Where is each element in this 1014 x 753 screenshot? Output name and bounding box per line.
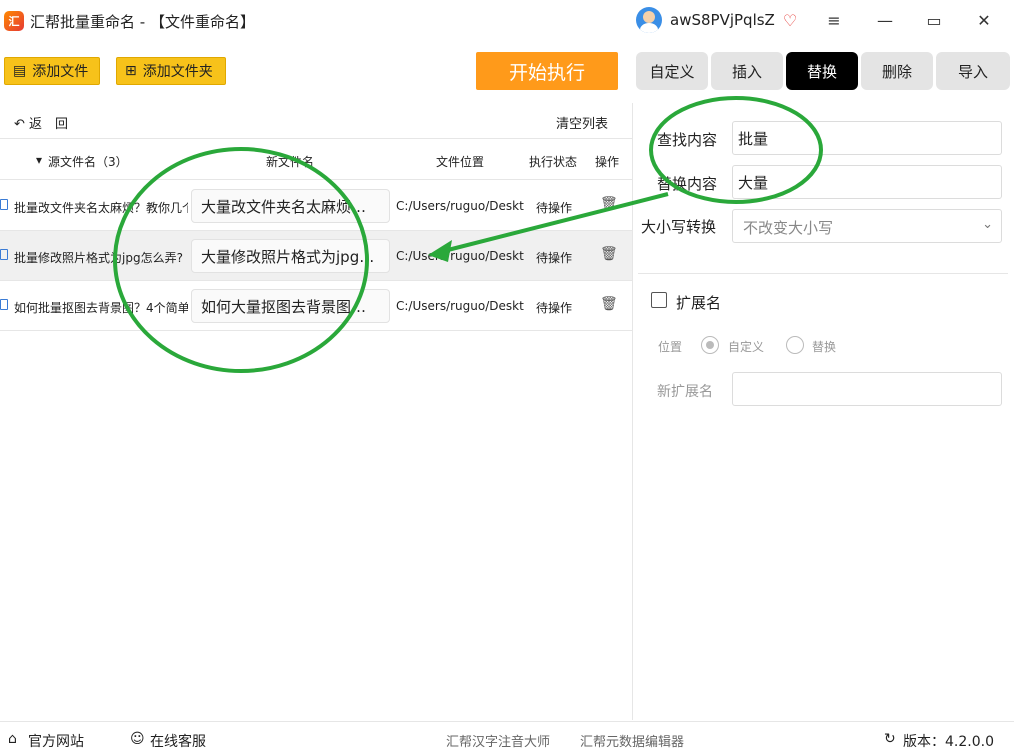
sort-arrow-icon[interactable]: ▾ (36, 153, 42, 167)
tab-delete[interactable]: 删除 (861, 52, 933, 90)
table-row[interactable]: 如何批量抠图去背景图？4个简单 如何大量抠图去背景图？4个简单 C:/Users… (0, 281, 632, 331)
footer: ⌂ 官方网站 ☺ 在线客服 汇帮汉字注音大师 汇帮元数据编辑器 ↻ 版本：4.2… (0, 721, 1014, 753)
add-file-icon: ▤ (13, 63, 27, 79)
refresh-icon: ↻ (884, 731, 896, 747)
add-file-button[interactable]: ▤ 添加文件 (4, 57, 100, 85)
add-file-label: 添加文件 (32, 64, 89, 80)
status-text: 待操作 (536, 201, 573, 215)
header-newname: 新文件名 (266, 155, 315, 169)
replace-input[interactable]: 大量 (732, 165, 1002, 199)
radio-replace-label: 替换 (812, 340, 837, 354)
status-text: 待操作 (536, 301, 573, 315)
table-header: ▾ 源文件名（3） 新文件名 文件位置 执行状态 操作 (0, 140, 632, 180)
chevron-down-icon: ⌄ (982, 217, 993, 232)
tab-insert[interactable]: 插入 (711, 52, 783, 90)
position-label: 位置 (658, 340, 683, 354)
ext-label: 扩展名 (676, 294, 722, 312)
start-button[interactable]: 开始执行 (476, 52, 618, 90)
footer-link-metadata[interactable]: 汇帮元数据编辑器 (580, 731, 684, 750)
list-toolbar: ↶ 返 回 清空列表 (0, 105, 632, 139)
find-label: 查找内容 (657, 131, 718, 149)
version-text: 版本：4.2.0.0 (903, 734, 994, 750)
table-row[interactable]: 批量改文件夹名太麻烦？教你几个 大量改文件夹名太麻烦？教你几个 C:/Users… (0, 181, 632, 231)
add-folder-label: 添加文件夹 (142, 64, 213, 80)
new-name-field[interactable]: 大量改文件夹名太麻烦？教你几个 (191, 189, 390, 223)
header-location: 文件位置 (436, 155, 485, 169)
website-link[interactable]: 官方网站 (28, 731, 84, 751)
header-source[interactable]: 源文件名（3） (48, 153, 128, 170)
title-bar: 汇 汇帮批量重命名 - 【文件重命名】 (0, 0, 1014, 42)
minimize-icon[interactable]: — (873, 9, 897, 33)
trash-icon[interactable]: 🗑 (600, 296, 618, 312)
add-folder-icon: ⊞ (125, 63, 137, 79)
trash-icon[interactable]: 🗑 (600, 246, 618, 262)
divider (638, 273, 1008, 274)
back-label: 返 回 (29, 117, 69, 132)
file-location: C:/Users/ruguo/Desktop (396, 249, 524, 263)
new-name-field[interactable]: 大量修改照片格式为jpg怎么弄? (191, 239, 390, 273)
service-icon: ☺ (130, 731, 145, 747)
ext-checkbox[interactable] (651, 292, 667, 308)
find-input[interactable]: 批量 (732, 121, 1002, 155)
hamburger-icon[interactable]: ≡ (822, 9, 846, 33)
trash-icon[interactable]: 🗑 (600, 196, 618, 212)
avatar[interactable] (636, 7, 662, 33)
file-location: C:/Users/ruguo/Desktop (396, 199, 524, 213)
file-icon (0, 199, 8, 210)
original-name: 批量改文件夹名太麻烦？教你几个 (14, 201, 188, 215)
back-arrow-icon: ↶ (14, 117, 25, 132)
radio-replace[interactable] (786, 336, 804, 354)
replace-label: 替换内容 (657, 175, 718, 193)
user-area[interactable]: awS8PVjPqlsZ ♡ (636, 7, 797, 33)
close-icon[interactable]: ✕ (972, 9, 996, 33)
add-folder-button[interactable]: ⊞ 添加文件夹 (116, 57, 226, 85)
vip-icon: ♡ (782, 10, 798, 30)
tab-replace[interactable]: 替换 (786, 52, 858, 90)
maximize-icon[interactable]: ▭ (922, 9, 946, 33)
case-select[interactable]: 不改变大小写 ⌄ (732, 209, 1002, 243)
file-icon (0, 299, 8, 310)
table-row[interactable]: 批量修改照片格式为jpg怎么弄? 大量修改照片格式为jpg怎么弄? C:/Use… (0, 231, 632, 281)
tab-import[interactable]: 导入 (936, 52, 1010, 90)
new-ext-input[interactable] (732, 372, 1002, 406)
clear-list-button[interactable]: 清空列表 (556, 113, 608, 132)
case-label: 大小写转换 (641, 218, 717, 236)
radio-custom-label: 自定义 (728, 340, 765, 354)
footer-link-pinyin[interactable]: 汇帮汉字注音大师 (446, 731, 550, 750)
app-logo-icon: 汇 (4, 11, 24, 31)
home-icon: ⌂ (8, 731, 17, 747)
radio-custom[interactable] (701, 336, 719, 354)
case-select-value: 不改变大小写 (743, 219, 834, 237)
tab-custom[interactable]: 自定义 (636, 52, 708, 90)
new-name-field[interactable]: 如何大量抠图去背景图？4个简单 (191, 289, 390, 323)
status-text: 待操作 (536, 251, 573, 265)
service-link[interactable]: 在线客服 (150, 731, 206, 751)
header-action: 操作 (595, 155, 620, 169)
file-icon (0, 249, 8, 260)
username: awS8PVjPqlsZ (670, 11, 775, 29)
new-ext-label: 新扩展名 (657, 384, 713, 400)
back-button[interactable]: ↶ 返 回 (14, 113, 68, 132)
header-status: 执行状态 (529, 155, 578, 169)
window-title: 汇帮批量重命名 - 【文件重命名】 (30, 12, 255, 31)
file-location: C:/Users/ruguo/Desktop (396, 299, 524, 313)
original-name: 批量修改照片格式为jpg怎么弄? (14, 251, 183, 265)
original-name: 如何批量抠图去背景图？4个简单 (14, 301, 188, 315)
